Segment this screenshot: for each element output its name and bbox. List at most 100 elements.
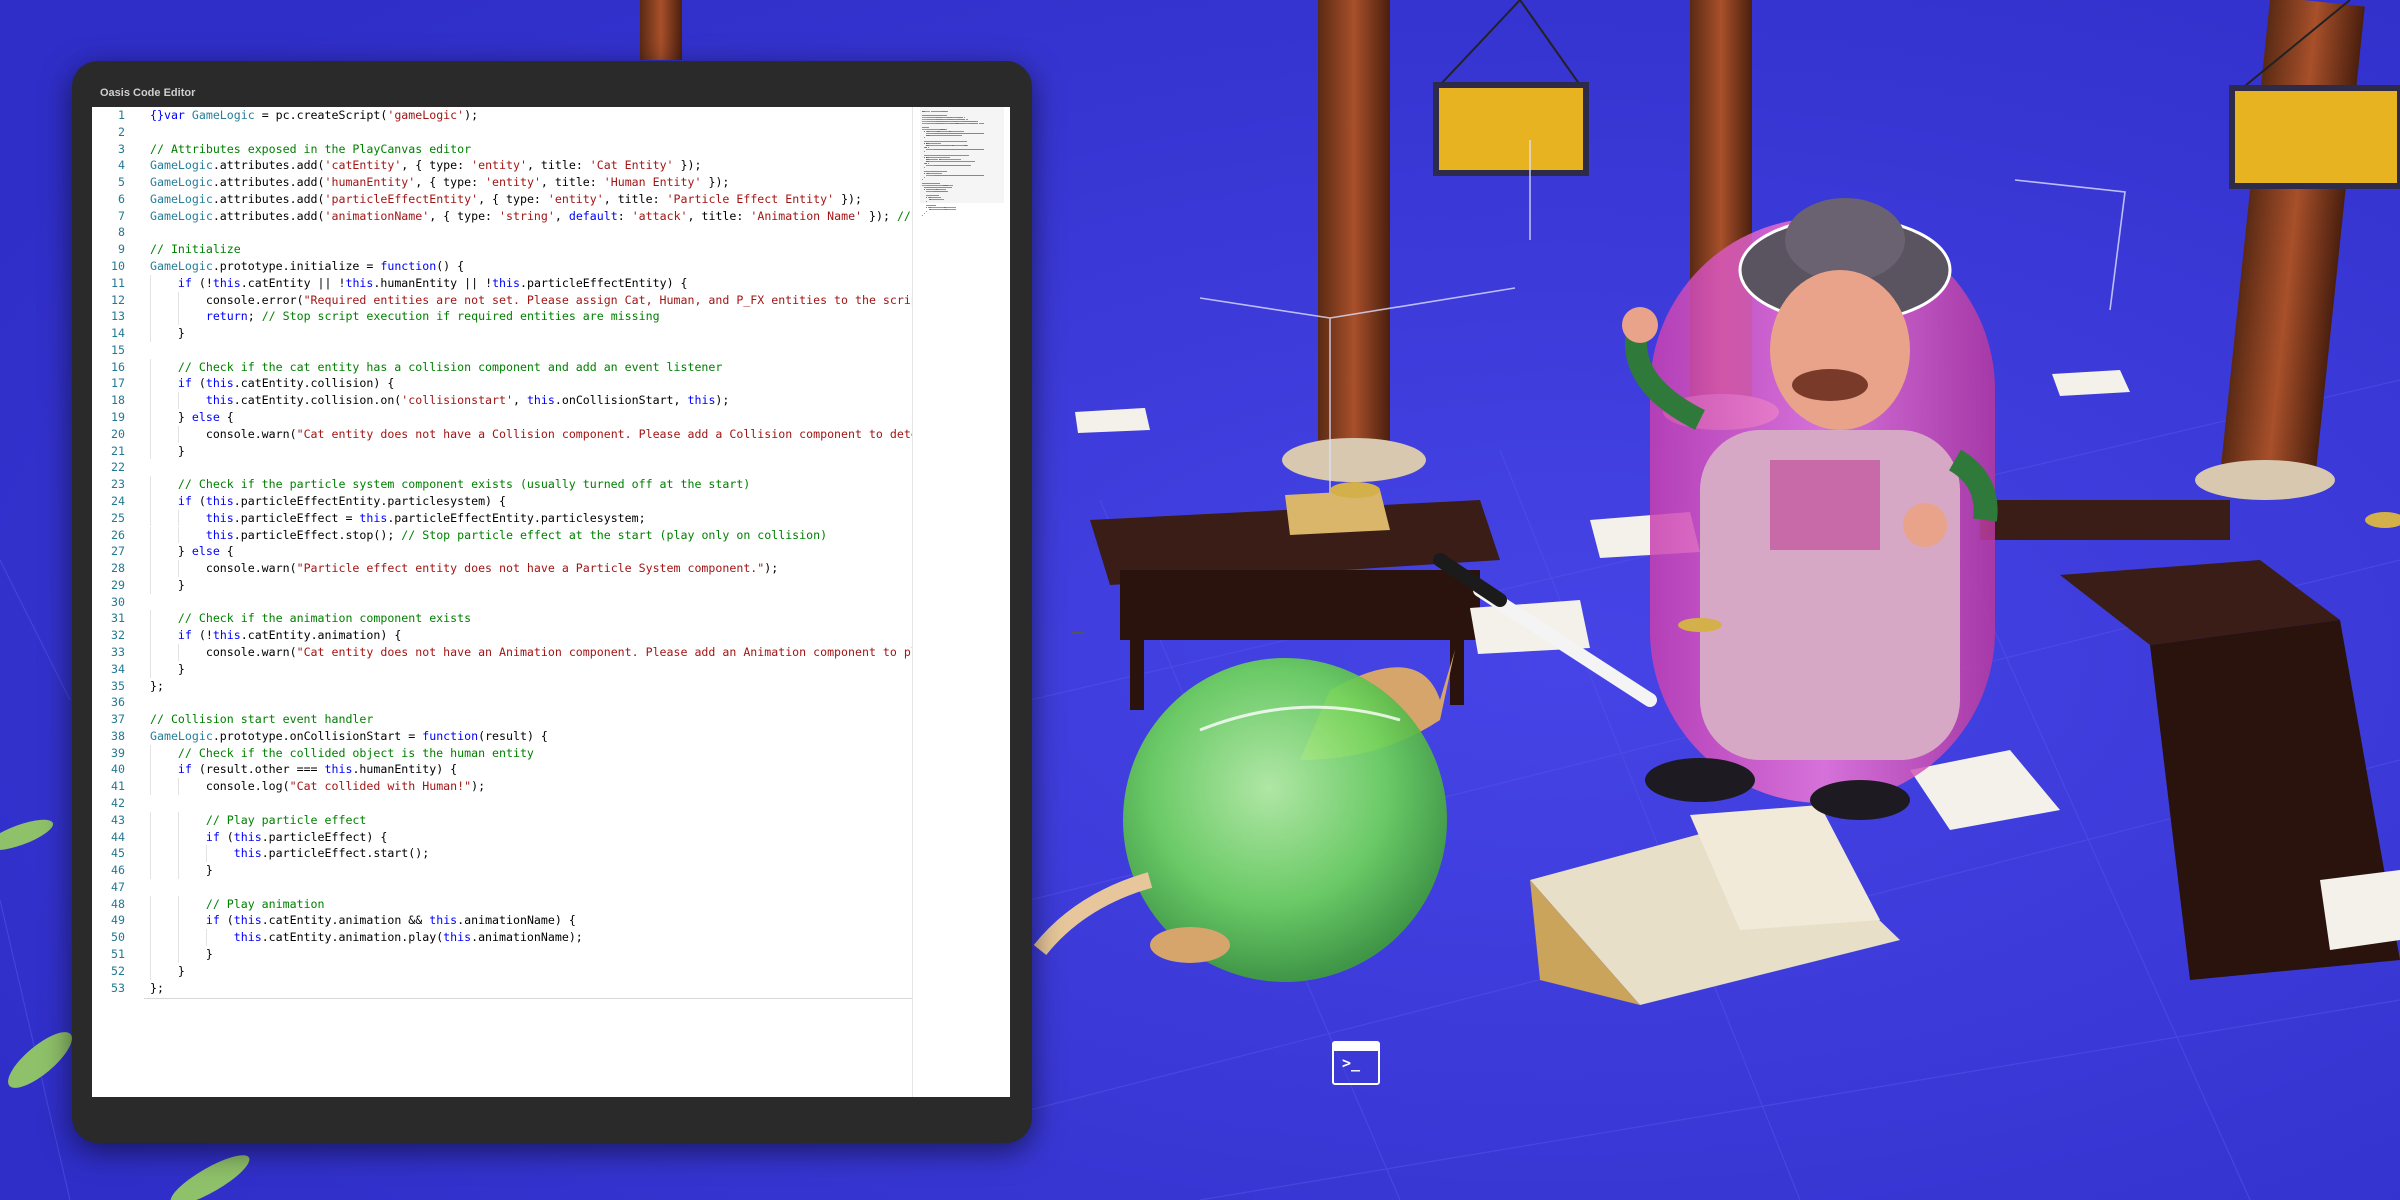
code-token: .particleEffect.start(); xyxy=(261,846,430,861)
code-line[interactable]: 13 return; // Stop script execution if r… xyxy=(92,308,912,325)
code-line[interactable]: 6 GameLogic.attributes.add('particleEffec… xyxy=(92,191,912,208)
code-line[interactable]: 17 if (this.catEntity.collision) { xyxy=(92,375,912,392)
code-line[interactable]: 15 xyxy=(92,342,912,359)
code-line[interactable]: 28 console.warn("Particle effect entity … xyxy=(92,560,912,577)
code-line[interactable]: 52 } xyxy=(92,963,912,980)
code-line[interactable]: 40 if (result.other === this.humanEntity… xyxy=(92,761,912,778)
code-line[interactable]: 44 if (this.particleEffect) { xyxy=(92,829,912,846)
code-line[interactable]: 37 // Collision start event handler xyxy=(92,711,912,728)
code-editor-window[interactable]: Oasis Code Editor 1 {}var GameLogic = pc.… xyxy=(72,61,1084,1143)
code-line[interactable]: 20 console.warn("Cat entity does not hav… xyxy=(92,426,912,443)
code-line[interactable]: 24 if (this.particleEffectEntity.particl… xyxy=(92,493,912,510)
code-token: this xyxy=(205,376,234,391)
code-line[interactable]: 34 } xyxy=(92,661,912,678)
indent-guide xyxy=(177,392,179,410)
code-line[interactable]: 19 } else { xyxy=(92,409,912,426)
code-token: // Initialize xyxy=(150,242,241,257)
code-line[interactable]: 38 GameLogic.prototype.onCollisionStart =… xyxy=(92,728,912,745)
code-line[interactable]: 9 // Initialize xyxy=(92,241,912,258)
code-line[interactable]: 35}; xyxy=(92,678,912,695)
code-line[interactable]: 12 console.error("Required entities are … xyxy=(92,292,912,309)
code-line[interactable]: 10 GameLogic.prototype.initialize = funct… xyxy=(92,258,912,275)
line-source: GameLogic.attributes.add('humanEntity', … xyxy=(150,174,729,191)
code-line[interactable]: 7 GameLogic.attributes.add('animationName… xyxy=(92,208,912,225)
code-minimap[interactable] xyxy=(920,107,1004,1097)
indent-guide xyxy=(150,845,151,863)
minimap-token xyxy=(933,149,984,150)
code-line[interactable]: 11 if (!this.catEntity || !this.humanEnt… xyxy=(92,275,912,292)
code-line[interactable]: 50 this.catEntity.animation.play(this.an… xyxy=(92,929,912,946)
code-line[interactable]: 29 } xyxy=(92,577,912,594)
code-line[interactable]: 32 if (!this.catEntity.animation) { xyxy=(92,627,912,644)
indent-guide xyxy=(205,929,207,946)
line-source: this.catEntity.collision.on('collisionst… xyxy=(150,392,730,409)
code-text-area[interactable]: 1 {}var GameLogic = pc.createScript('game… xyxy=(92,107,912,1097)
code-token: this xyxy=(443,930,472,945)
indent-guide xyxy=(150,509,151,527)
code-line[interactable]: 3 // Attributes exposed in the PlayCanvas… xyxy=(92,141,912,158)
line-source: if (result.other === this.humanEntity) { xyxy=(150,761,457,778)
indent-guide xyxy=(150,895,151,913)
code-line[interactable]: 45 this.particleEffect.start(); xyxy=(92,845,912,862)
minimap-token xyxy=(926,119,936,120)
code-line[interactable]: 5 GameLogic.attributes.add('humanEntity',… xyxy=(92,174,912,191)
code-token: .catEntity || ! xyxy=(240,275,346,290)
code-token: ( xyxy=(191,376,206,391)
code-token: default xyxy=(568,208,618,223)
indent-guide xyxy=(177,643,179,661)
code-line[interactable]: 14 } xyxy=(92,325,912,342)
code-line[interactable]: 23 // Check if the particle system compo… xyxy=(92,476,912,493)
code-line[interactable]: 16 // Check if the cat entity has a coll… xyxy=(92,359,912,376)
terminal-button[interactable]: >_ xyxy=(1332,1041,1380,1085)
minimap-token xyxy=(925,189,936,190)
code-line[interactable]: 1 {}var GameLogic = pc.createScript('game… xyxy=(92,107,912,124)
code-line[interactable]: 42 xyxy=(92,795,912,812)
code-line[interactable]: 8 xyxy=(92,224,912,241)
code-line[interactable]: 46 } xyxy=(92,862,912,879)
code-line[interactable]: 27 } else { xyxy=(92,543,912,560)
code-line[interactable]: 33 console.warn("Cat entity does not hav… xyxy=(92,644,912,661)
editor-resize-handle[interactable] xyxy=(1072,632,1084,634)
minimap-token xyxy=(922,179,924,180)
code-line[interactable]: 4 GameLogic.attributes.add('catEntity', {… xyxy=(92,157,912,174)
code-line[interactable]: 39 // Check if the collided object is th… xyxy=(92,745,912,762)
code-line[interactable]: 53}; xyxy=(92,980,912,997)
minimap-token xyxy=(928,159,939,160)
code-line[interactable]: 2 xyxy=(92,124,912,141)
code-token: .attributes.add( xyxy=(212,191,325,206)
editor-body[interactable]: 1 {}var GameLogic = pc.createScript('game… xyxy=(92,107,1010,1097)
line-source: // Check if the cat entity has a collisi… xyxy=(150,359,722,376)
code-line[interactable]: 51 } xyxy=(92,946,912,963)
code-token: if xyxy=(205,829,220,844)
code-line[interactable]: 30 xyxy=(92,594,912,611)
code-line[interactable]: 18 this.catEntity.collision.on('collisio… xyxy=(92,392,912,409)
code-line[interactable]: 31 // Check if the animation component e… xyxy=(92,610,912,627)
code-line[interactable]: 47 xyxy=(92,879,912,896)
code-line[interactable]: 36 xyxy=(92,694,912,711)
code-line[interactable]: 21 } xyxy=(92,443,912,460)
code-line[interactable]: 48 // Play animation xyxy=(92,896,912,913)
line-source: if (!this.catEntity || !this.humanEntity… xyxy=(150,275,688,292)
line-number: 5 xyxy=(118,175,125,190)
code-token: this xyxy=(429,913,458,928)
code-token: {} xyxy=(150,108,164,122)
code-line[interactable]: 49 if (this.catEntity.animation && this.… xyxy=(92,912,912,929)
indent-guide xyxy=(150,660,151,678)
code-line[interactable]: 22 xyxy=(92,459,912,476)
minimap-token xyxy=(926,201,927,202)
code-token: if xyxy=(177,376,192,391)
code-token: 'entity' xyxy=(471,158,527,173)
minimap-token xyxy=(934,133,985,134)
code-line[interactable]: 43 // Play particle effect xyxy=(92,812,912,829)
code-line[interactable]: 41 console.log("Cat collided with Human!… xyxy=(92,778,912,795)
line-source: GameLogic.attributes.add('particleEffect… xyxy=(150,191,862,208)
line-number: 3 xyxy=(118,141,125,156)
code-line[interactable]: 26 this.particleEffect.stop(); // Stop p… xyxy=(92,527,912,544)
code-token: }); xyxy=(862,208,897,223)
code-line[interactable]: 25 this.particleEffect = this.particleEf… xyxy=(92,510,912,527)
minimap-token xyxy=(926,133,935,134)
indent-guide xyxy=(150,761,151,779)
